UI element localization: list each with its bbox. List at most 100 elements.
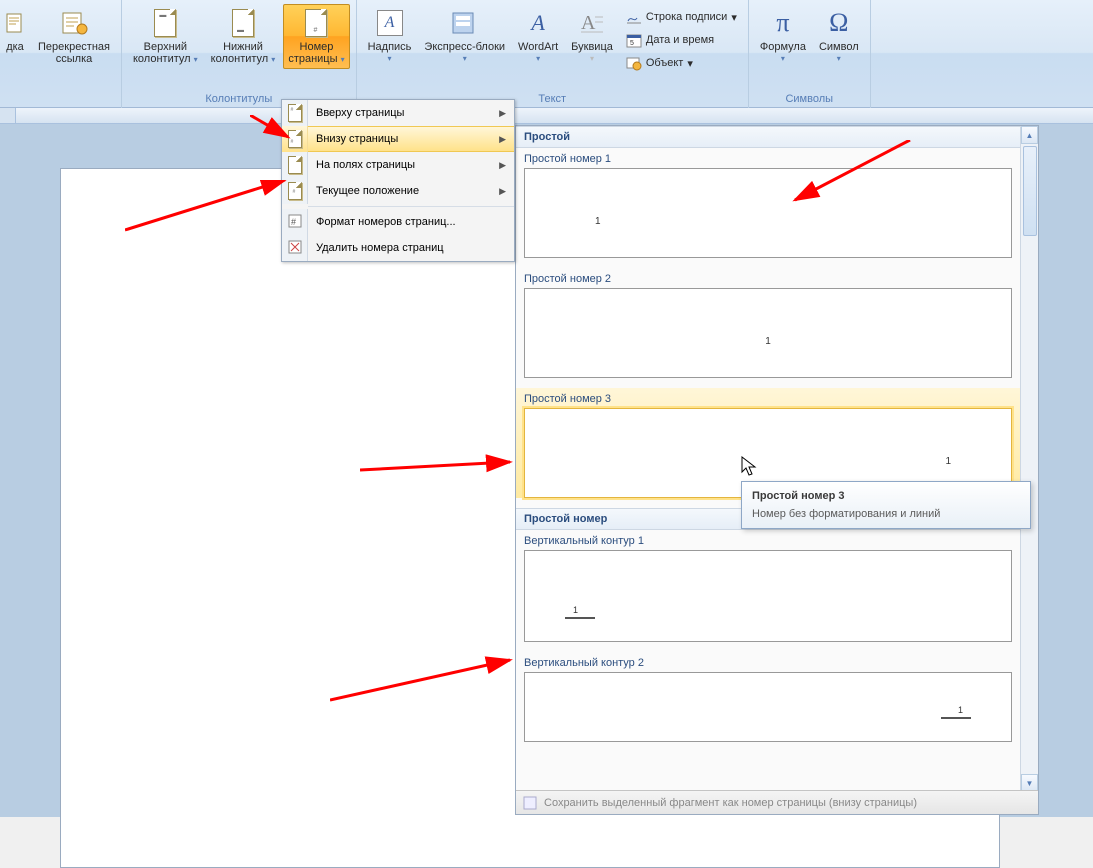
menu-margins-label: На полях страницы [316, 159, 415, 171]
menu-remove-numbers[interactable]: Удалить номера страниц [282, 235, 514, 261]
signature-icon [626, 9, 642, 25]
gallery-item4-title: Вертикальный контур 1 [516, 530, 1020, 550]
cross-reference-icon-2 [58, 7, 90, 39]
submenu-arrow-icon: ▶ [499, 160, 514, 171]
header-bottom-icon: ▬ [227, 7, 259, 39]
menu-top-label: Вверху страницы [316, 107, 404, 119]
ribbon-group-text: A Надпись ▾ Экспресс-блоки ▾ A WordArt ▾… [357, 0, 749, 108]
gallery-item-contour-1[interactable]: Вертикальный контур 1 1 [516, 530, 1020, 642]
menu-bottom-of-page[interactable]: # Внизу страницы ▶ [282, 126, 514, 152]
menu-format-numbers[interactable]: # Формат номеров страниц... [282, 209, 514, 235]
preview-page-number: 1 [958, 705, 963, 715]
quickparts-icon [449, 7, 481, 39]
chevron-down-icon: ▾ [837, 54, 841, 63]
chevron-down-icon: ▾ [731, 11, 737, 24]
gallery-item1-preview: 1 [524, 168, 1012, 258]
header-bottom-button[interactable]: ▬ Нижнийколонтитул ▾ [206, 4, 281, 69]
chevron-down-icon: ▾ [194, 55, 198, 64]
cross-reference-label: дка [6, 41, 24, 53]
gallery-item4-preview: 1 [524, 550, 1012, 642]
signature-line-label: Строка подписи [646, 11, 727, 23]
preview-page-number: 1 [573, 605, 578, 615]
scroll-thumb[interactable] [1023, 146, 1037, 236]
page-number-button[interactable]: # Номерстраницы ▾ [283, 4, 349, 69]
symbol-button[interactable]: Ω Символ ▾ [814, 4, 864, 66]
menu-page-margins[interactable]: На полях страницы ▶ [282, 152, 514, 178]
page-margins-icon [288, 156, 302, 174]
svg-text:#: # [291, 217, 296, 227]
gallery-item-contour-2[interactable]: Вертикальный контур 2 1 [516, 652, 1020, 742]
preview-page-number: 1 [945, 456, 951, 467]
textbox-label: Надпись [368, 41, 412, 53]
object-button[interactable]: Объект ▾ [621, 52, 742, 74]
gallery-item-simple-2[interactable]: Простой номер 2 1 [516, 268, 1020, 378]
dropcap-icon: A [576, 7, 608, 39]
tooltip-title: Простой номер 3 [752, 490, 1020, 502]
gallery-item5-title: Вертикальный контур 2 [516, 652, 1020, 672]
header-top-button[interactable]: ▬ Верхнийколонтитул ▾ [128, 4, 203, 69]
quickparts-label: Экспресс-блоки [424, 41, 505, 53]
chevron-down-icon: ▾ [341, 55, 345, 64]
page-number-dropdown: # Вверху страницы ▶ # Внизу страницы ▶ Н… [281, 99, 515, 262]
preview-page-number: 1 [765, 336, 771, 347]
menu-top-of-page[interactable]: # Вверху страницы ▶ [282, 100, 514, 126]
submenu-arrow-icon: ▶ [499, 134, 514, 145]
gallery-item2-title: Простой номер 2 [516, 268, 1020, 288]
mouse-cursor-icon [741, 456, 757, 478]
svg-text:5: 5 [630, 40, 634, 47]
wordart-icon: A [522, 7, 554, 39]
gallery-item-simple-1[interactable]: Простой номер 1 1 [516, 148, 1020, 258]
tooltip-description: Номер без форматирования и линий [752, 508, 1020, 520]
omega-icon: Ω [823, 7, 855, 39]
ruler-horizontal[interactable] [16, 108, 1093, 124]
dropcap-button[interactable]: A Буквица ▾ [566, 4, 618, 66]
menu-current-position[interactable]: # Текущее положение ▶ [282, 178, 514, 204]
chevron-down-icon: ▾ [536, 54, 540, 63]
date-time-icon: 5 [626, 32, 642, 48]
gallery-tooltip: Простой номер 3 Номер без форматирования… [741, 481, 1031, 529]
chevron-down-icon: ▾ [781, 54, 785, 63]
cross-reference-label-2: Перекрестная ссылка [38, 41, 110, 65]
menu-format-label: Формат номеров страниц... [316, 216, 456, 228]
cross-reference-button-2[interactable]: Перекрестная ссылка [33, 4, 115, 68]
page-number-icon: # [300, 7, 332, 39]
cross-reference-button[interactable]: дка [0, 4, 30, 56]
ribbon-group-links: дка Перекрестная ссылка [0, 0, 122, 108]
dropcap-label: Буквица [571, 41, 613, 53]
textbox-button[interactable]: A Надпись ▾ [363, 4, 417, 66]
ribbon-group-headers: ▬ Верхнийколонтитул ▾ ▬ Нижнийколонтитул… [122, 0, 357, 108]
chevron-down-icon: ▾ [387, 54, 391, 63]
scroll-track[interactable] [1021, 146, 1038, 774]
formula-button[interactable]: π Формула ▾ [755, 4, 811, 66]
date-time-label: Дата и время [646, 34, 714, 46]
scroll-up-button[interactable]: ▲ [1021, 126, 1038, 144]
save-fragment-label: Сохранить выделенный фрагмент как номер … [544, 797, 917, 809]
menu-bottom-label: Внизу страницы [316, 133, 398, 145]
gallery-scrollbar[interactable]: ▲ ▼ [1020, 126, 1038, 790]
ribbon: дка Перекрестная ссылка ▬ Верхни [0, 0, 1093, 108]
page-number-label: Номерстраницы ▾ [288, 41, 344, 66]
symbol-label: Символ [819, 41, 859, 53]
cross-reference-icon [5, 7, 25, 39]
formula-label: Формула [760, 41, 806, 53]
signature-line-button[interactable]: Строка подписи ▾ [621, 6, 742, 28]
svg-text:A: A [581, 12, 596, 34]
quickparts-button[interactable]: Экспресс-блоки ▾ [419, 4, 510, 66]
gallery-save-fragment: Сохранить выделенный фрагмент как номер … [516, 790, 1038, 814]
wordart-button[interactable]: A WordArt ▾ [513, 4, 563, 66]
chevron-down-icon: ▾ [463, 54, 467, 63]
gallery-item5-preview: 1 [524, 672, 1012, 742]
menu-separator [308, 206, 514, 207]
object-icon [626, 55, 642, 71]
date-time-button[interactable]: 5 Дата и время [621, 29, 742, 51]
chevron-down-icon: ▾ [687, 57, 693, 70]
object-label: Объект [646, 57, 683, 69]
wordart-label: WordArt [518, 41, 558, 53]
gallery-item1-title: Простой номер 1 [516, 148, 1020, 168]
header-top-icon: ▬ [149, 7, 181, 39]
ruler-corner [0, 108, 16, 124]
header-bottom-label: Нижнийколонтитул ▾ [211, 41, 276, 66]
page-bottom-icon: # [288, 130, 302, 148]
save-fragment-icon [522, 795, 538, 811]
chevron-down-icon: ▾ [590, 54, 594, 63]
